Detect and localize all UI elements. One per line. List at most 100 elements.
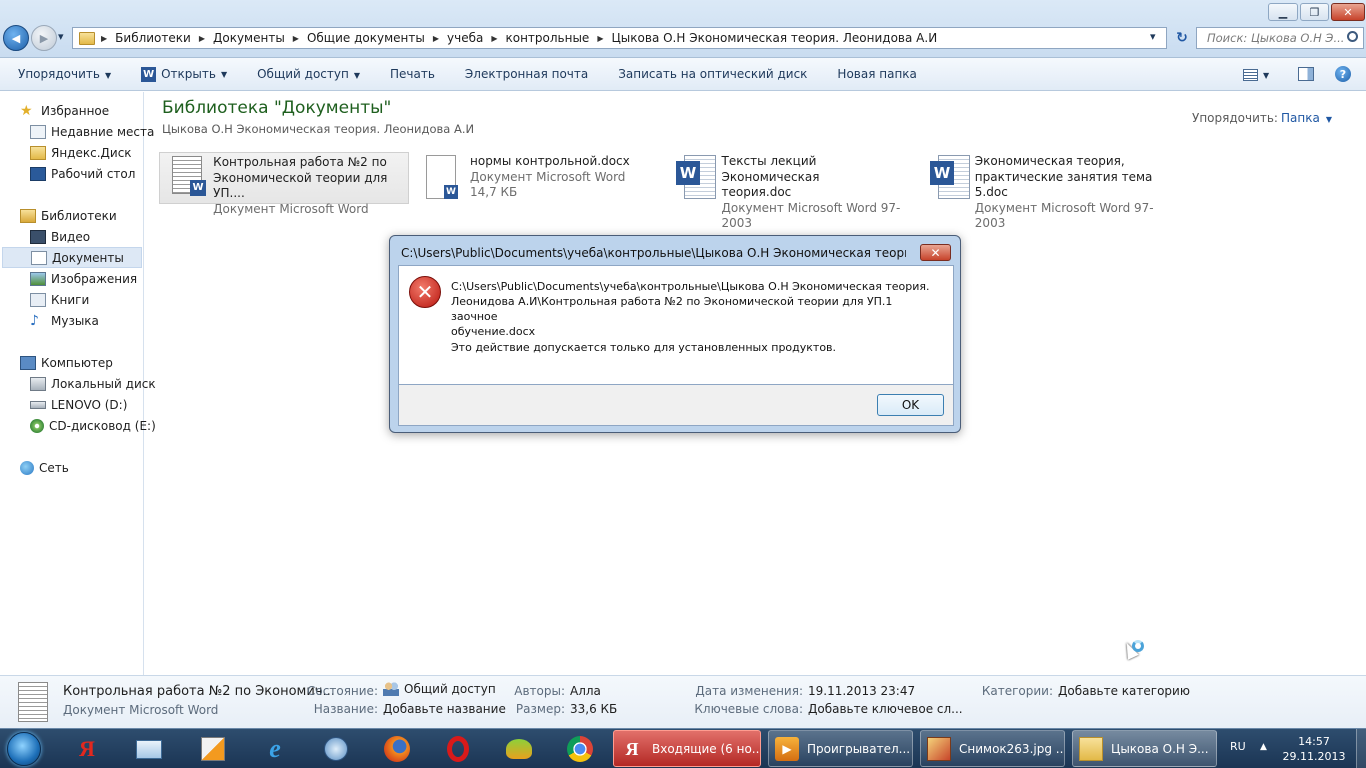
breadcrumb-libraries[interactable]: Библиотеки [108,31,198,45]
breadcrumb-separator[interactable]: ▶ [432,34,440,43]
ok-button[interactable]: OK [877,394,944,416]
safari-button[interactable] [313,731,359,767]
file-name: нормы контрольной.docx [470,154,630,168]
sidebar-item-computer[interactable]: Компьютер [20,352,113,373]
search-icon[interactable] [1347,31,1358,42]
help-button[interactable]: ? [1335,66,1351,82]
new-folder-button[interactable]: Новая папка [822,67,931,81]
firefox-button[interactable] [374,731,420,767]
sidebar-item-video[interactable]: Видео [30,226,90,247]
email-button[interactable]: Электронная почта [450,67,603,81]
cd-drive-icon [30,418,44,433]
sidebar-item-books[interactable]: Книги [30,289,89,310]
drive-icon [30,400,46,409]
maximize-button[interactable]: ❐ [1300,3,1329,21]
breadcrumb-documents[interactable]: Документы [206,31,292,45]
breadcrumb-separator[interactable]: ▶ [596,34,604,43]
breadcrumb-separator[interactable]: ▶ [490,34,498,43]
burn-button[interactable]: Записать на оптический диск [603,67,822,81]
refresh-button[interactable]: ↻ [1170,27,1194,49]
yandex-browser-button[interactable]: Я [64,731,110,767]
title-field[interactable]: Добавьте название [383,702,506,716]
error-message: Это действие допускается только для уста… [451,341,837,354]
breadcrumb-separator[interactable]: ▶ [100,34,108,43]
address-history-dropdown[interactable]: ▾ [1150,30,1156,43]
sidebar-item-desktop[interactable]: Рабочий стол [30,163,135,184]
show-desktop-button[interactable] [1356,729,1366,768]
sidebar-item-yandex-disk[interactable]: Яндекс.Диск [30,142,132,163]
share-users-icon [383,682,399,696]
breadcrumb-separator[interactable]: ▶ [292,34,300,43]
sidebar-item-favorites[interactable]: ★ Избранное [20,100,109,121]
taskbar: Я e Я Входящие (6 но... ▶ Проигрывател... … [0,728,1366,768]
change-view-button[interactable]: ▼ [1243,67,1279,83]
breadcrumb-public-documents[interactable]: Общие документы [300,31,432,45]
sidebar-label: Библиотеки [41,208,117,223]
task-screenshot[interactable]: Снимок263.jpg ... [920,730,1065,767]
sidebar-item-cd-drive[interactable]: CD-дисковод (E:) [30,415,156,436]
address-bar[interactable]: ▶ Библиотеки ▶ Документы ▶ Общие докумен… [72,27,1167,49]
back-button[interactable]: ◀ [3,25,29,51]
star-icon: ★ [20,102,33,119]
task-inbox[interactable]: Я Входящие (6 но... [613,730,761,767]
folder-icon [79,31,95,45]
sidebar-label: Книги [51,292,90,307]
sidebar-item-lenovo-drive[interactable]: LENOVO (D:) [30,394,127,415]
sidebar-item-recent-places[interactable]: Недавние места [30,121,154,142]
state-value[interactable]: Общий доступ [383,682,496,696]
forward-button[interactable]: ▶ [31,25,57,51]
breadcrumb-ucheba[interactable]: учеба [440,31,490,45]
clock[interactable]: 14:57 29.11.2013 [1280,734,1348,764]
breadcrumb-separator[interactable]: ▶ [198,34,206,43]
share-button[interactable]: Общий доступ ▼ [242,67,375,81]
show-hidden-icons-button[interactable]: ▲ [1260,742,1267,752]
print-label: Печать [389,67,435,81]
sidebar-label: Изображения [51,271,138,286]
sidebar-item-documents[interactable]: Документы [2,247,142,268]
search-input[interactable]: Поиск: Цыкова О.Н Э... [1196,27,1364,49]
task-label: Цыкова О.Н Э... [1111,741,1209,756]
app-button[interactable] [190,731,236,767]
preview-pane-button[interactable] [1298,67,1314,81]
minimize-button[interactable]: ▁ [1268,3,1298,21]
breadcrumb-current-folder[interactable]: Цыкова О.Н Экономическая теория. Леонидо… [604,31,944,45]
mail-icon [136,739,162,759]
mail-button[interactable] [126,731,172,767]
error-path: C:\Users\Public\Documents\учеба\контроль… [451,279,936,339]
task-explorer[interactable]: Цыкова О.Н Э... [1072,730,1217,767]
arrange-by-dropdown[interactable]: Папка ▼ [1281,111,1332,125]
folder-icon [1079,736,1103,761]
sidebar-item-network[interactable]: Сеть [20,457,69,478]
internet-explorer-button[interactable]: e [252,731,298,767]
task-label: Входящие (6 но... [652,741,761,756]
sidebar-item-music[interactable]: ♪ Музыка [30,310,99,331]
file-item[interactable]: W нормы контрольной.docx Документ Microso… [414,152,664,204]
authors-field[interactable]: Алла [570,684,601,698]
yandex-icon: Я [625,738,639,759]
organize-button[interactable]: Упорядочить ▼ [0,67,126,81]
dialog-title: C:\Users\Public\Documents\учеба\контроль… [401,246,906,260]
print-button[interactable]: Печать [375,67,450,81]
sidebar-item-pictures[interactable]: Изображения [30,268,137,289]
breadcrumb-kontrolnye[interactable]: контрольные [498,31,596,45]
sidebar-item-libraries[interactable]: Библиотеки [20,205,117,226]
recent-pages-dropdown[interactable]: ▾ [58,30,64,43]
window-titlebar: ▁ ❐ ✕ ◀ ▶ ▾ ▶ Библиотеки ▶ Документы ▶ О… [0,0,1366,58]
file-item[interactable]: W Тексты лекций Экономическая теория.doc Д… [668,152,918,230]
task-player[interactable]: ▶ Проигрывател... [768,730,913,767]
app-button[interactable] [496,731,542,767]
start-button[interactable] [4,730,44,768]
opera-button[interactable] [435,731,481,767]
keywords-field[interactable]: Добавьте ключевое сл... [808,702,963,716]
firefox-icon [384,736,410,762]
chrome-button[interactable] [557,731,603,767]
ie-icon: e [269,734,281,763]
sidebar-item-local-disk[interactable]: Локальный диск [30,373,156,394]
file-item[interactable]: W Контрольная работа №2 по Экономической … [159,152,409,216]
categories-field[interactable]: Добавьте категорию [1058,684,1190,698]
close-button[interactable]: ✕ [1331,3,1365,21]
open-button[interactable]: W Открыть ▼ [126,66,242,82]
language-indicator[interactable]: RU [1230,740,1246,753]
dialog-close-button[interactable]: ✕ [920,244,951,261]
file-item[interactable]: W Экономическая теория, практические заня… [922,152,1172,230]
